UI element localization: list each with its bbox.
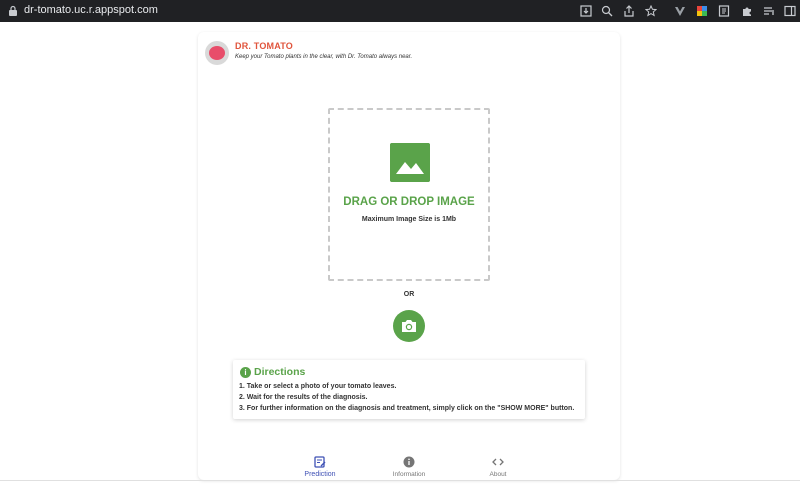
dropzone-title: DRAG OR DROP IMAGE [343,196,475,208]
install-icon[interactable] [578,3,594,19]
vue-extension-icon[interactable] [672,3,688,19]
brand-tagline: Keep your Tomato plants in the clear, wi… [235,54,413,60]
zoom-icon[interactable] [599,3,615,19]
directions-panel: i Directions 1. Take or select a photo o… [233,360,585,419]
tomato-logo-icon [209,46,225,60]
extensions-puzzle-icon[interactable] [739,3,755,19]
directions-title: Directions [254,366,306,378]
camera-button[interactable] [393,310,425,342]
bookmark-star-icon[interactable] [643,3,659,19]
directions-step: 1. Take or select a photo of your tomato… [239,383,397,390]
nav-prediction[interactable]: Prediction [280,452,360,482]
side-panel-icon[interactable] [782,3,798,19]
code-icon [492,458,504,466]
image-dropzone[interactable]: DRAG OR DROP IMAGE Maximum Image Size is… [328,108,490,281]
reading-list-icon[interactable] [761,3,777,19]
or-separator: OR [403,291,415,298]
nav-about-label: About [489,471,507,478]
reader-extension-icon[interactable] [716,3,732,19]
brand-title: DR. TOMATO [235,41,293,51]
browser-toolbar: dr-tomato.uc.r.appspot.com [0,0,800,22]
directions-step: 2. Wait for the results of the diagnosis… [239,394,368,401]
image-icon [390,143,430,182]
color-extension-icon[interactable] [694,3,710,19]
lock-icon [9,5,17,16]
info-icon: i [240,367,251,378]
dropzone-subtitle: Maximum Image Size is 1Mb [361,216,457,223]
address-bar-url[interactable]: dr-tomato.uc.r.appspot.com [24,4,158,16]
tomato-logo [205,41,229,65]
nav-information-label: Information [392,471,426,478]
page-bottom-divider [0,480,800,481]
prediction-icon [314,456,326,468]
bottom-navigation: Prediction Information About [198,452,620,482]
directions-step: 3. For further information on the diagno… [239,405,575,412]
nav-prediction-label: Prediction [304,471,336,478]
info-icon [403,456,415,468]
nav-information[interactable]: Information [369,452,449,482]
camera-icon [402,320,416,332]
share-icon[interactable] [621,3,637,19]
nav-about[interactable]: About [458,452,538,482]
